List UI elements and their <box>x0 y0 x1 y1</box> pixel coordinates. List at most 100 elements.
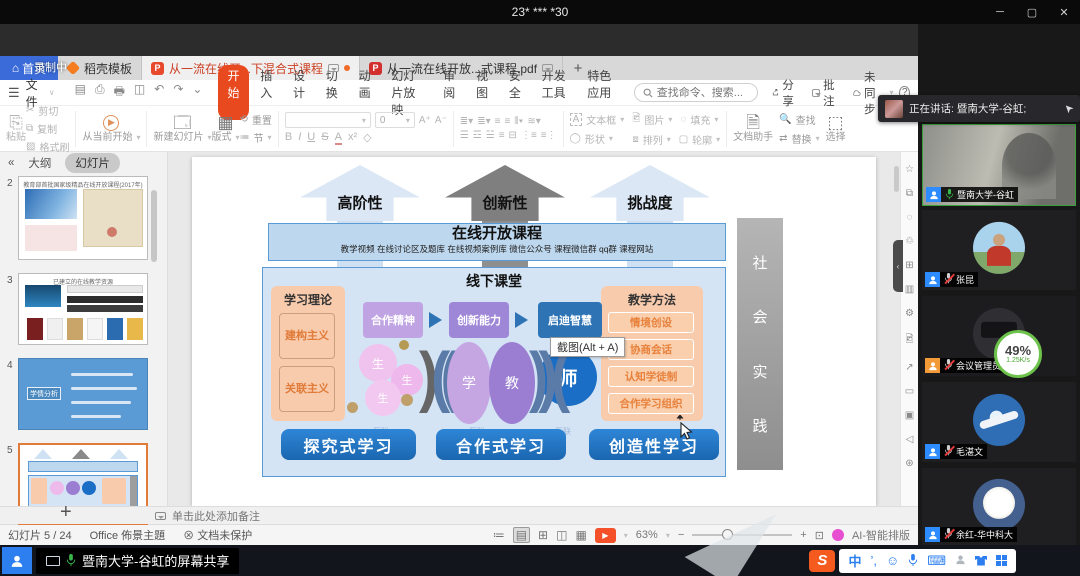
restore-arrow-icon[interactable]: ➤ <box>1061 101 1077 117</box>
export-icon[interactable]: ⎙ <box>95 82 105 103</box>
social-practice-bar[interactable]: 社会 实践 <box>737 218 783 470</box>
search-input[interactable] <box>657 87 749 99</box>
bold-button[interactable]: B <box>285 131 292 145</box>
ime-punct-toggle[interactable]: ’, <box>870 553 877 568</box>
record-view-icon[interactable]: ▦ <box>575 528 586 542</box>
minimize-button[interactable]: ─ <box>984 0 1016 24</box>
more-icon[interactable]: ⌄ <box>192 82 202 103</box>
image-tool-icon[interactable]: 🖻 <box>905 332 913 349</box>
font-color-button[interactable]: A <box>335 131 342 145</box>
tab-view[interactable]: 视图 <box>467 65 498 120</box>
online-course-box[interactable]: 在线开放课程 教学视频 在线讨论区及题库 在线视频案例库 微信公众号 课程微信群… <box>268 223 726 261</box>
shapes-tool-icon[interactable]: ◌ <box>907 212 913 223</box>
account-icon[interactable] <box>955 553 966 568</box>
toolbox-icon[interactable] <box>996 555 1007 566</box>
keyboard-icon[interactable]: ⌨ <box>927 553 946 569</box>
theory-constructivism[interactable]: 建构主义 <box>279 313 335 359</box>
picture-tool-icon[interactable]: ▣ <box>905 410 914 421</box>
arrow-chuangxinxing[interactable]: 创新性 <box>445 165 565 221</box>
redo-icon[interactable]: ↷ <box>173 82 183 103</box>
participant-tile-yuhong[interactable]: 余红-华中科大 <box>922 468 1076 545</box>
meeting-app-icon[interactable] <box>2 547 32 574</box>
panel-collapse-handle[interactable]: ‹ <box>893 240 903 292</box>
theory-connectivism[interactable]: 关联主义 <box>279 366 335 412</box>
zoom-out-button[interactable]: − <box>678 529 684 541</box>
section-button[interactable]: ≔节▾ <box>240 130 272 145</box>
select-button[interactable]: ⬚选择 <box>826 114 846 143</box>
protection-status[interactable]: ⊗ 文档未保护 <box>183 527 252 543</box>
slide-thumbnail-2[interactable]: 2 教育部首批国家级精品在线开放课程(2017年) <box>0 176 168 260</box>
reading-view-icon[interactable]: ◫ <box>556 528 567 542</box>
replace-button[interactable]: ⇄替换▾ <box>779 131 819 146</box>
method-1[interactable]: 情境创设 <box>608 312 694 333</box>
font-decrease-button[interactable]: A⁻ <box>435 115 447 126</box>
flow-wisdom[interactable]: 启迪智慧 <box>538 302 602 338</box>
tab-security[interactable]: 安全 <box>500 65 531 120</box>
font-size-select[interactable]: 0▾ <box>375 112 415 128</box>
download-tool-icon[interactable]: ⊛ <box>905 458 913 469</box>
sidebar-collapse-button[interactable]: « <box>8 157 14 169</box>
command-search[interactable] <box>634 83 758 102</box>
participant-tile-maozhanwen[interactable]: 毛湛文 <box>922 382 1076 462</box>
hamburger-icon[interactable]: ☰ <box>8 85 20 101</box>
screen-share-pill[interactable]: 暨南大学-谷虹的屏幕共享 <box>36 548 239 574</box>
skin-icon[interactable] <box>975 556 987 566</box>
maximize-button[interactable]: ▢ <box>1016 0 1048 24</box>
ai-layout-label[interactable]: AI-智能排版 <box>852 527 910 543</box>
font-name-select[interactable]: ▾ <box>285 112 371 128</box>
slideshow-play-button[interactable]: ▶ <box>595 528 616 543</box>
picture-button[interactable]: 🖻图片▾◌填充▾ <box>632 111 720 128</box>
share-tool-icon[interactable]: ↗ <box>905 362 913 373</box>
chart-tool-icon[interactable]: ▥ <box>905 284 914 295</box>
find-button[interactable]: 🔍查找 <box>779 112 819 127</box>
arrange-button[interactable]: ⧈排列▾▢轮廓▾ <box>632 132 720 147</box>
highlight-button[interactable]: ◇ <box>363 131 371 145</box>
learning-theory-panel[interactable]: 学习理论 建构主义 关联主义 <box>271 286 345 421</box>
underline-button[interactable]: U <box>307 131 315 145</box>
textbox-button[interactable]: A文本框▾ <box>570 112 625 127</box>
font-increase-button[interactable]: A⁺ <box>419 115 431 126</box>
slide-thumbnail-3[interactable]: 3 已建立的在线教学资源 <box>0 273 168 345</box>
sidebar-scrollbar[interactable] <box>151 190 157 262</box>
student-circle[interactable]: 生 <box>365 380 401 416</box>
sorter-view-icon[interactable]: ⊞ <box>538 528 548 542</box>
flow-innovation[interactable]: 创新能力 <box>449 302 509 338</box>
arrow-tiaozhandu[interactable]: 挑战度 <box>590 165 710 221</box>
participant-tile-guhong[interactable]: 暨南大学-谷虹 <box>922 124 1076 206</box>
layout-button[interactable]: ▦ 版式▾ <box>211 114 239 143</box>
cut-button[interactable]: ✂剪切 <box>26 103 69 118</box>
comment-button[interactable]: 批注 <box>812 77 838 109</box>
grid-tool-icon[interactable]: ⊞ <box>905 260 913 271</box>
fit-screen-icon[interactable]: ⊡ <box>815 529 824 542</box>
print-icon[interactable]: 🖶 <box>114 82 125 103</box>
paste-button[interactable]: ⎘粘贴 <box>6 114 26 143</box>
copy-tool-icon[interactable]: ⧉ <box>906 188 913 199</box>
notes-toggle-icon[interactable]: ≔ <box>493 528 505 542</box>
learn-ellipse[interactable]: 学 <box>447 342 491 424</box>
tab-outline[interactable]: 大纲 <box>28 155 51 171</box>
flow-cooperation[interactable]: 合作精神 <box>363 302 423 338</box>
zoom-level[interactable]: 63% <box>636 529 658 541</box>
voice-input-icon[interactable] <box>908 554 918 567</box>
doc-assistant-button[interactable]: 🗎文档助手 <box>733 114 773 143</box>
method-3[interactable]: 认知学徒制 <box>608 366 694 387</box>
note-tool-icon[interactable]: ▭ <box>905 386 914 397</box>
preview-icon[interactable]: ◫ <box>134 82 145 103</box>
undo-icon[interactable]: ↶ <box>154 82 164 103</box>
arrow-gaojiexing[interactable]: 高阶性 <box>300 165 420 221</box>
sogou-logo-icon[interactable]: S <box>809 550 835 572</box>
zoom-in-button[interactable]: + <box>800 529 806 541</box>
shapes-button[interactable]: ◯形状▾ <box>570 131 625 146</box>
current-slide[interactable]: 高阶性 创新性 挑战度 在线开放课程 教学视频 在线讨论区及题库 在线视频案例库… <box>192 157 876 506</box>
recycle-tool-icon[interactable]: ♲ <box>905 236 914 247</box>
normal-view-icon[interactable]: ▤ <box>513 527 530 543</box>
speaker-tool-icon[interactable]: ◁︎ <box>906 434 914 445</box>
offline-class-box[interactable]: 线下课堂 学习理论 建构主义 关联主义 合作精神 创新能力 启迪智慧 <box>262 267 726 477</box>
save-icon[interactable]: ▤ <box>75 82 86 103</box>
button-cooperative-learning[interactable]: 合作式学习 <box>436 429 566 460</box>
canvas-scrollbar[interactable] <box>894 166 899 192</box>
emoji-icon[interactable]: ☺ <box>886 553 899 568</box>
participant-tile-zhangkun[interactable]: 张昆 <box>922 210 1076 290</box>
close-button[interactable]: ✕ <box>1048 0 1080 24</box>
new-slide-button[interactable]: 🗔 新建幻灯片▾ <box>153 114 211 143</box>
